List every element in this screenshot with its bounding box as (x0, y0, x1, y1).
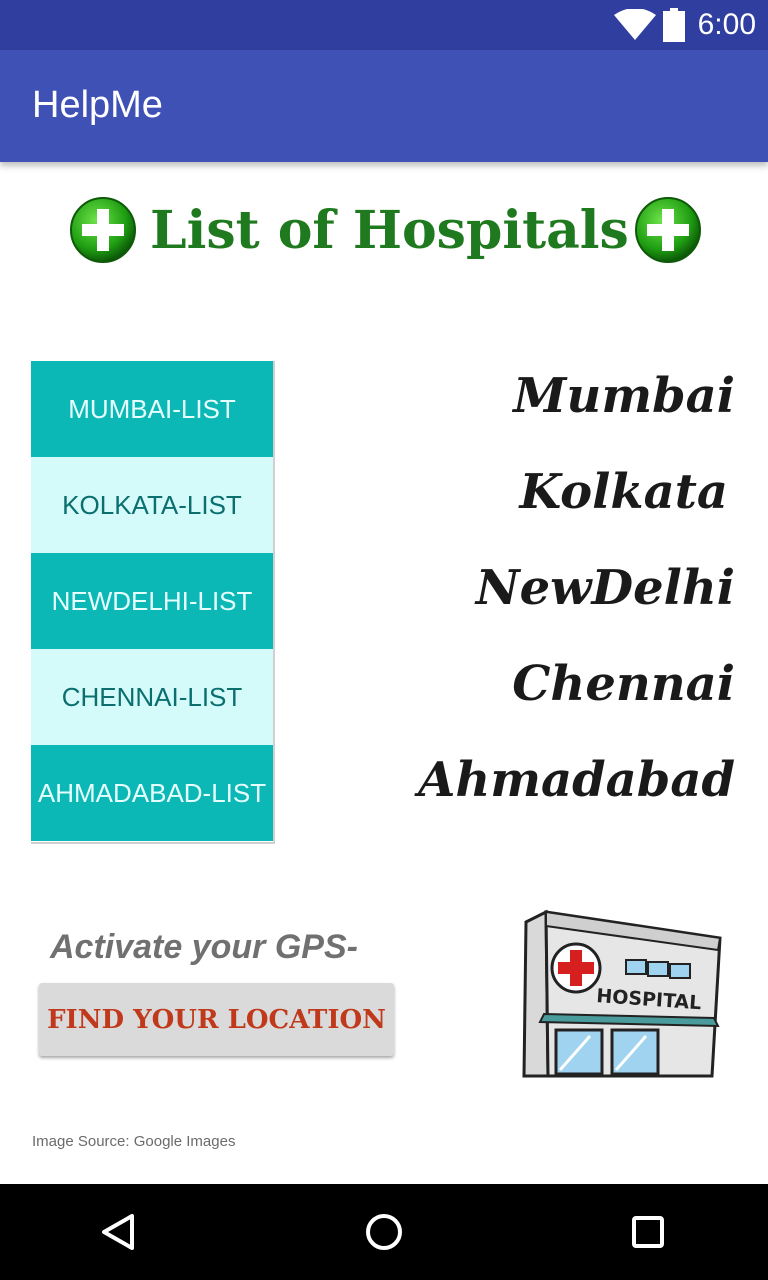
city-label-kolkata: Kolkata (519, 464, 728, 520)
image-source-credit: Image Source: Google Images (32, 1133, 236, 1150)
find-location-button[interactable]: FIND YOUR LOCATION (39, 983, 394, 1056)
battery-icon (663, 8, 685, 42)
hospital-building-icon: HOSPITAL (522, 909, 722, 1078)
mumbai-list-button[interactable]: MUMBAI-LIST (31, 361, 273, 457)
gps-prompt: Activate your GPS- (50, 928, 358, 966)
plus-icon (70, 197, 136, 263)
page-title: List of Hospitals (150, 200, 629, 261)
status-bar: 6:00 (0, 0, 768, 50)
app-title: HelpMe (32, 84, 163, 126)
home-icon[interactable] (360, 1208, 408, 1256)
city-label-newdelhi: NewDelhi (475, 560, 735, 616)
city-label-chennai: Chennai (512, 656, 735, 712)
plus-icon (635, 197, 701, 263)
ahmadabad-list-button[interactable]: AHMADABAD-LIST (31, 745, 273, 841)
wifi-icon (614, 9, 656, 40)
newdelhi-list-button[interactable]: NEWDELHI-LIST (31, 553, 273, 649)
city-label-ahmadabad: Ahmadabad (418, 752, 735, 808)
app-bar: HelpMe (0, 50, 768, 162)
kolkata-list-button[interactable]: KOLKATA-LIST (31, 457, 273, 553)
city-label-mumbai: Mumbai (513, 368, 735, 424)
chennai-list-button[interactable]: CHENNAI-LIST (31, 649, 273, 745)
recent-apps-icon[interactable] (624, 1208, 672, 1256)
navigation-bar (0, 1184, 768, 1280)
city-list-panel: MUMBAI-LIST KOLKATA-LIST NEWDELHI-LIST C… (31, 361, 275, 844)
back-icon[interactable] (96, 1208, 144, 1256)
status-time: 6:00 (697, 8, 756, 41)
